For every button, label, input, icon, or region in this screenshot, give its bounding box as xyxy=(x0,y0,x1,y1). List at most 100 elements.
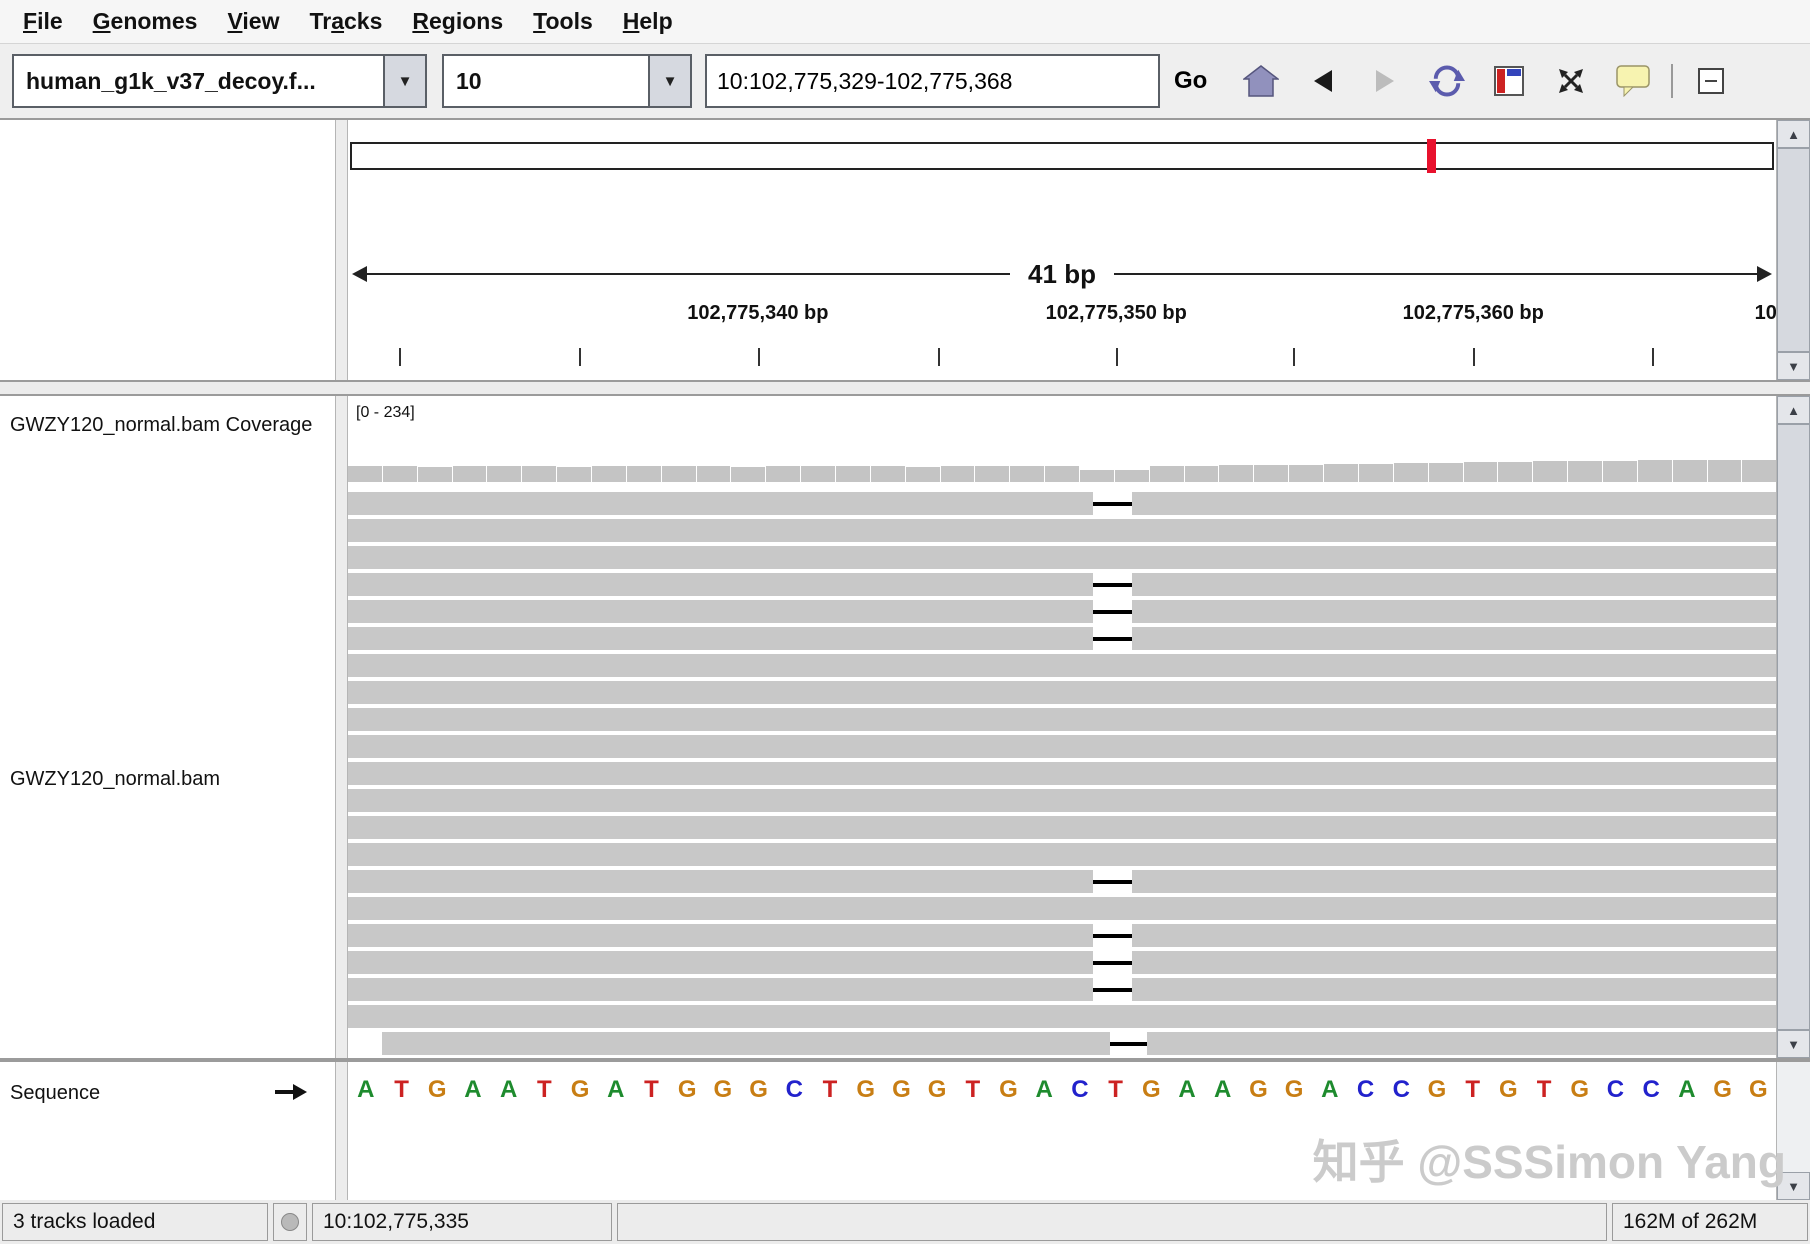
tracks-data-area[interactable]: [0 - 234] xyxy=(348,396,1776,1058)
coverage-track-name[interactable]: GWZY120_normal.bam Coverage xyxy=(10,410,332,441)
tracks-loaded-status: 3 tracks loaded xyxy=(2,1203,268,1241)
ruler-position-label: 102,775,360 bp xyxy=(1402,302,1544,324)
forward-icon[interactable] xyxy=(1361,57,1409,105)
base-A: A xyxy=(1178,1076,1196,1103)
ruler-data-area[interactable]: 41 bp 102,775,340 bp 102,775,350 bp 102,77… xyxy=(348,120,1776,380)
tracks-scrollbar[interactable]: ▲ ▼ xyxy=(1776,396,1810,1058)
scroll-down-icon[interactable]: ▼ xyxy=(1777,1172,1810,1200)
menu-regions[interactable]: Regions xyxy=(397,4,518,39)
coverage-bar xyxy=(940,466,975,482)
coverage-bar xyxy=(1533,461,1568,482)
panel-divider[interactable] xyxy=(335,120,348,380)
coverage-bar xyxy=(766,466,801,482)
alignment-read[interactable] xyxy=(348,492,1776,515)
alignment-read[interactable] xyxy=(348,546,1776,569)
menu-view[interactable]: View xyxy=(212,4,294,39)
alignment-read[interactable] xyxy=(348,519,1776,542)
alignment-read[interactable] xyxy=(348,789,1776,812)
scrollbar-track[interactable] xyxy=(1777,1062,1810,1172)
alignment-read[interactable] xyxy=(348,762,1776,785)
tooltip-toggle-icon[interactable] xyxy=(1609,57,1657,105)
alignment-read[interactable] xyxy=(348,924,1776,947)
sequence-track-name[interactable]: Sequence xyxy=(10,1082,100,1105)
base-T: T xyxy=(965,1076,981,1103)
alignment-read[interactable] xyxy=(348,951,1776,974)
go-button[interactable]: Go xyxy=(1160,67,1221,95)
ruler-panel: 41 bp 102,775,340 bp 102,775,350 bp 102,77… xyxy=(0,120,1810,382)
base-T: T xyxy=(1536,1076,1552,1103)
coverage-bar xyxy=(1289,465,1324,482)
coverage-bar xyxy=(870,466,905,482)
ruler-tick xyxy=(1116,348,1119,366)
alignment-read[interactable] xyxy=(382,1032,1776,1055)
ruler-scrollbar[interactable]: ▲ ▼ xyxy=(1776,120,1810,380)
base-G: G xyxy=(570,1076,590,1103)
coverage-bar xyxy=(487,466,522,482)
menu-tools[interactable]: Tools xyxy=(518,4,608,39)
ruler-position-label: 102,775,350 bp xyxy=(1045,302,1187,324)
menu-help[interactable]: Help xyxy=(608,4,688,39)
chromosome-select[interactable]: 10 ▼ xyxy=(442,54,692,108)
chevron-down-icon[interactable]: ▼ xyxy=(383,56,425,106)
alignment-read[interactable] xyxy=(348,870,1776,893)
menu-tracks[interactable]: Tracks xyxy=(294,4,397,39)
genome-select[interactable]: human_g1k_v37_decoy.f... ▼ xyxy=(12,54,427,108)
alignment-read[interactable] xyxy=(348,816,1776,839)
coverage-bar xyxy=(1219,465,1254,482)
panel-divider[interactable] xyxy=(335,1062,348,1200)
memory-status[interactable]: 162M of 262M xyxy=(1612,1203,1808,1241)
back-icon[interactable] xyxy=(1299,57,1347,105)
panel-divider[interactable] xyxy=(335,396,348,1058)
alignment-read[interactable] xyxy=(348,600,1776,623)
panel-splitter[interactable] xyxy=(0,382,1810,394)
deletion-line xyxy=(1093,582,1132,587)
alignment-read[interactable] xyxy=(348,735,1776,758)
alignment-read[interactable] xyxy=(348,1005,1776,1028)
alignment-read[interactable] xyxy=(348,654,1776,677)
toolbar-icons xyxy=(1237,57,1735,105)
sequence-scrollbar[interactable]: ▼ xyxy=(1776,1062,1810,1200)
scrollbar-thumb[interactable] xyxy=(1777,424,1810,1030)
alignment-read[interactable] xyxy=(348,978,1776,1001)
region-navigator-icon[interactable] xyxy=(1485,57,1533,105)
alignment-read[interactable] xyxy=(348,681,1776,704)
scrollbar-thumb[interactable] xyxy=(1777,148,1810,352)
alignment-read[interactable] xyxy=(348,843,1776,866)
home-icon[interactable] xyxy=(1237,57,1285,105)
menu-file[interactable]: File xyxy=(8,4,78,39)
base-T: T xyxy=(394,1076,409,1103)
coverage-bar xyxy=(905,467,940,482)
toolbar: human_g1k_v37_decoy.f... ▼ 10 ▼ Go xyxy=(0,44,1810,120)
scroll-up-icon[interactable]: ▲ xyxy=(1777,396,1810,424)
sequence-data-area[interactable]: ATGAATGATGGGCTGGGTGACTGAAGGACCGTGTGCCAGG xyxy=(348,1062,1776,1200)
ruler-tick xyxy=(579,348,582,366)
coverage-bar xyxy=(1463,462,1498,482)
collapse-icon[interactable] xyxy=(1687,57,1735,105)
scroll-up-icon[interactable]: ▲ xyxy=(1777,120,1810,148)
menu-genomes[interactable]: Genomes xyxy=(78,4,213,39)
deletion-gap xyxy=(1093,627,1132,650)
coverage-bar xyxy=(1149,466,1184,482)
coverage-bar xyxy=(731,467,766,482)
locus-input[interactable] xyxy=(705,54,1160,108)
scroll-down-icon[interactable]: ▼ xyxy=(1777,352,1810,380)
alignment-track-name[interactable]: GWZY120_normal.bam xyxy=(10,768,220,791)
status-bar: 3 tracks loaded 10:102,775,335 162M of 2… xyxy=(0,1200,1810,1244)
scroll-down-icon[interactable]: ▼ xyxy=(1777,1030,1810,1058)
coverage-track[interactable] xyxy=(348,452,1776,482)
alignment-read[interactable] xyxy=(348,627,1776,650)
chromosome-ideogram[interactable] xyxy=(350,139,1774,173)
igv-window: File Genomes View Tracks Regions Tools Help hu… xyxy=(0,0,1810,1244)
alignment-read[interactable] xyxy=(348,708,1776,731)
base-A: A xyxy=(607,1076,625,1103)
alignment-read[interactable] xyxy=(348,573,1776,596)
deletion-line xyxy=(1093,879,1132,884)
base-G: G xyxy=(427,1076,447,1103)
refresh-icon[interactable] xyxy=(1423,57,1471,105)
alignment-read[interactable] xyxy=(348,897,1776,920)
chevron-down-icon[interactable]: ▼ xyxy=(648,56,690,106)
forward-strand-icon[interactable] xyxy=(275,1084,307,1105)
fit-data-to-window-icon[interactable] xyxy=(1547,57,1595,105)
coverage-bar xyxy=(1498,462,1533,482)
coverage-bar xyxy=(1254,465,1289,482)
